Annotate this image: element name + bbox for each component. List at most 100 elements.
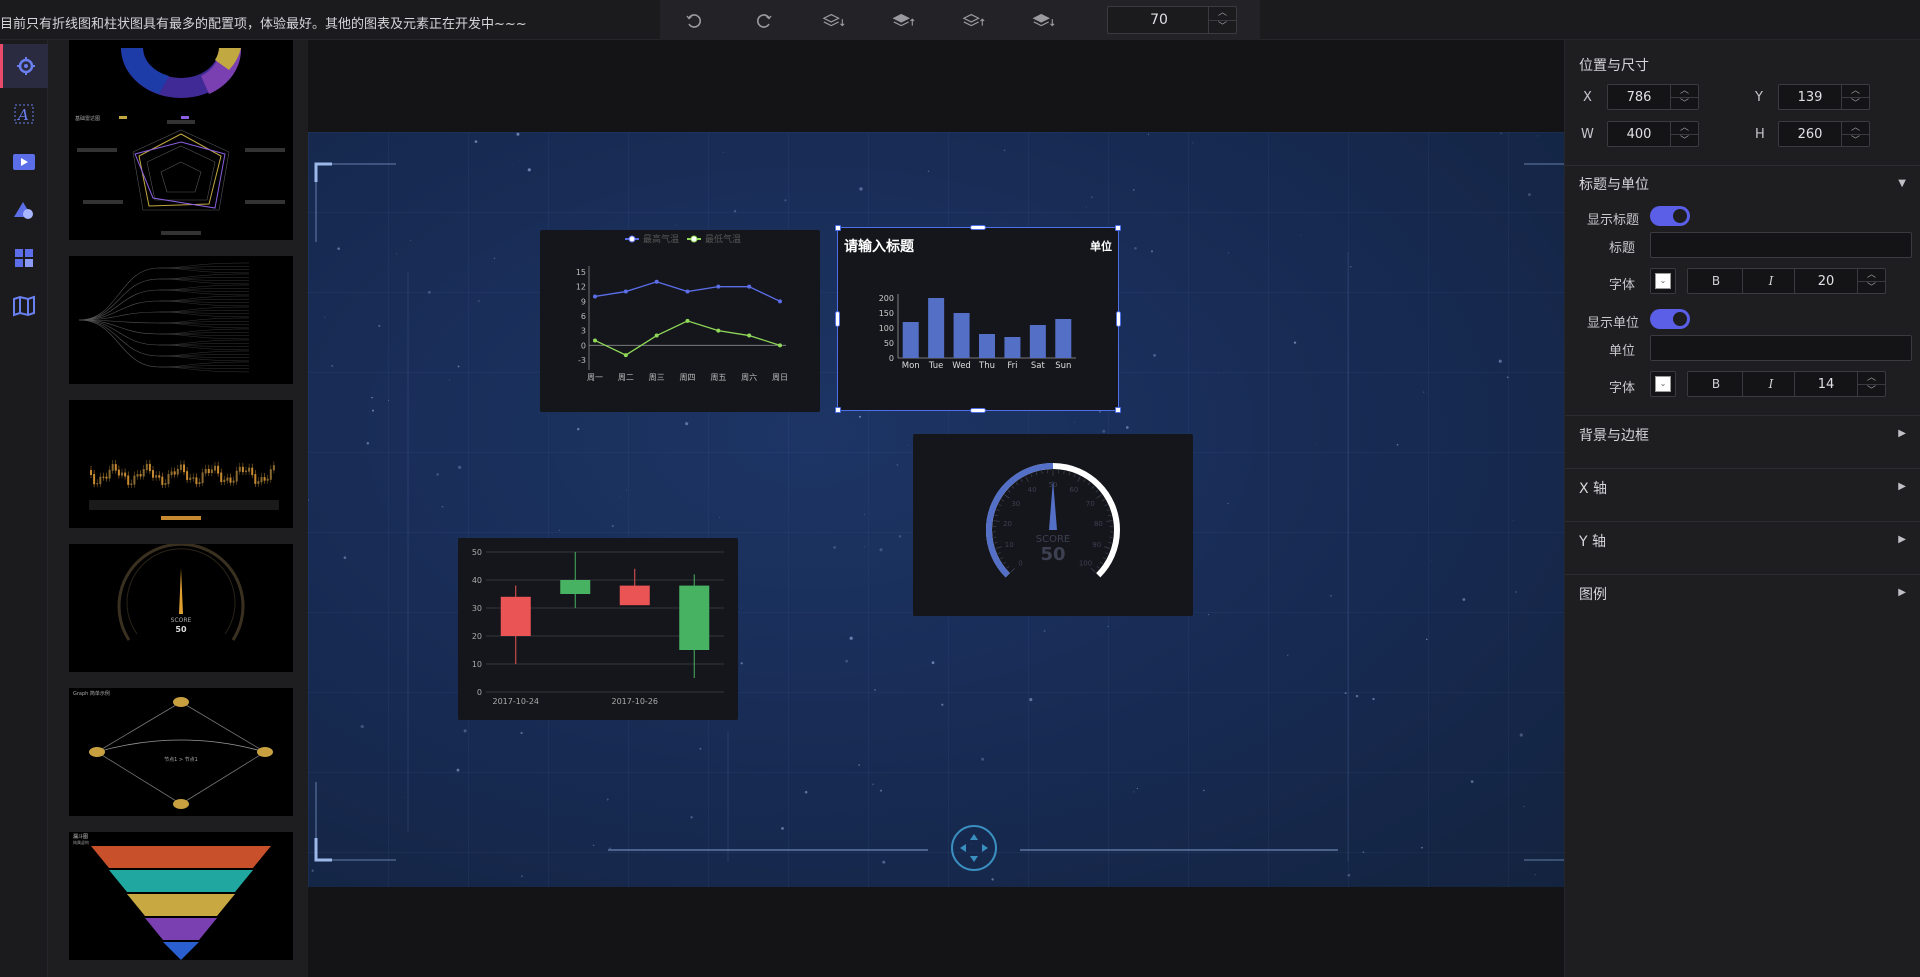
x-increase-icon[interactable]: ︿ [1671, 85, 1698, 97]
unit-font-size-stepper: ︿﹀ [1794, 371, 1886, 397]
resize-handle-bottom[interactable] [970, 408, 986, 413]
bar [953, 313, 970, 358]
x-axis-section[interactable]: X 轴 [1579, 478, 1607, 498]
component-icon[interactable] [0, 236, 48, 280]
series-point [593, 338, 597, 343]
title-font-size-input[interactable] [1795, 269, 1857, 293]
gauge-thumb-label: SCORE [171, 617, 192, 624]
layer-up-icon[interactable] [892, 10, 916, 32]
star-dot [1425, 638, 1428, 641]
zoom-increase-icon[interactable]: ︿ [1209, 7, 1236, 20]
tree-branch [78, 289, 160, 321]
radar-thumb[interactable]: 基础雷达图 [69, 112, 293, 240]
thumb-candle-body [210, 469, 213, 474]
w-decrease-icon[interactable]: ﹀ [1671, 134, 1698, 146]
thumb-candle-body [142, 469, 145, 477]
resize-handle-top[interactable] [970, 225, 986, 230]
x-tick-label: 2017-10-26 [612, 697, 659, 706]
resize-handle-tl[interactable] [835, 225, 841, 231]
show-unit-toggle[interactable] [1650, 309, 1690, 329]
star-dot [609, 847, 611, 849]
line-chart-widget[interactable]: 最高气温 最低气温 15 12 9 6 3 0 -3 周一 周二 周三 周四 周五 周六 周日 [540, 230, 820, 412]
funnel-thumb[interactable]: 漏斗图 纯属虚构 [69, 832, 293, 960]
tree-leaf [158, 311, 250, 314]
title-font-size-decrease-icon[interactable]: ﹀ [1858, 281, 1885, 293]
gauge-widget[interactable]: 0102030405060708090100SCORE50 [913, 434, 1193, 616]
unit-italic-button[interactable]: I [1742, 371, 1800, 397]
w-increase-icon[interactable]: ︿ [1671, 122, 1698, 134]
tree-thumb[interactable] [69, 256, 293, 384]
resize-handle-left[interactable] [835, 311, 840, 327]
gauge-thumb[interactable]: SCORE 50 [69, 544, 293, 672]
gauge-tick [1106, 509, 1110, 512]
graph-thumb[interactable]: Graph 简单示例 节点1 > 节点1 [69, 688, 293, 816]
layer-bottom-icon[interactable] [1032, 10, 1056, 32]
gauge-tick [1095, 490, 1099, 493]
star-dot [874, 689, 876, 691]
resize-handle-br[interactable] [1115, 407, 1121, 413]
star-dot [879, 548, 883, 552]
thumb-candle-body [192, 477, 195, 479]
thumb-candle-body [155, 475, 158, 478]
redo-icon[interactable] [752, 10, 776, 32]
h-input[interactable] [1779, 122, 1841, 146]
thumb-candle-body [189, 477, 192, 480]
star-dot [1150, 250, 1154, 253]
x-input[interactable] [1608, 85, 1670, 109]
tree-leaf [158, 300, 250, 303]
unit-input[interactable] [1651, 336, 1911, 360]
y-input[interactable] [1779, 85, 1841, 109]
show-title-toggle[interactable] [1650, 206, 1690, 226]
title-bold-button[interactable]: B [1687, 268, 1745, 294]
media-icon[interactable] [0, 140, 48, 184]
h-decrease-icon[interactable]: ﹀ [1842, 134, 1869, 146]
layer-top-icon[interactable] [962, 10, 986, 32]
zoom-decrease-icon[interactable]: ﹀ [1209, 20, 1236, 33]
title-font-size-increase-icon[interactable]: ︿ [1858, 269, 1885, 281]
candlestick-widget[interactable]: 50 40 30 20 10 0 2017-10-24 2017-10-26 [458, 538, 738, 720]
background-border-section[interactable]: 背景与边框 [1579, 425, 1649, 445]
unit-font-size-decrease-icon[interactable]: ﹀ [1858, 384, 1885, 396]
bar-chart-widget[interactable]: 请输入标题 单位 200 150 100 50 0 Mon Tue Wed Thu Fri Sat S… [835, 225, 1121, 413]
zoom-input[interactable] [1108, 7, 1210, 33]
x-tick-label: Sun [1055, 361, 1071, 371]
candlestick-thumb[interactable] [69, 400, 293, 528]
x-decrease-icon[interactable]: ﹀ [1671, 97, 1698, 109]
title-color-picker[interactable]: ⌄ [1650, 268, 1676, 294]
h-increase-icon[interactable]: ︿ [1842, 122, 1869, 134]
text-icon[interactable]: A [0, 92, 48, 136]
layer-down-icon[interactable] [822, 10, 846, 32]
title-input[interactable] [1651, 233, 1911, 257]
legend-section[interactable]: 图例 [1579, 584, 1607, 604]
star-dot [1099, 411, 1101, 413]
expand-right-icon[interactable]: ▶ [1898, 481, 1906, 492]
w-input[interactable] [1608, 122, 1670, 146]
title-unit-section[interactable]: 标题与单位 [1579, 174, 1649, 194]
x-tick-label: 周一 [587, 373, 603, 382]
dashboard-canvas[interactable]: 最高气温 最低气温 15 12 9 6 3 0 -3 周一 周二 周三 周四 周五 周六 周日 请输入标题 单… [308, 132, 1564, 887]
resize-handle-bl[interactable] [835, 407, 841, 413]
expand-right-icon[interactable]: ▶ [1898, 587, 1906, 598]
resize-handle-right[interactable] [1116, 311, 1121, 327]
title-italic-button[interactable]: I [1742, 268, 1800, 294]
undo-icon[interactable] [682, 10, 706, 32]
chart-icon[interactable] [0, 44, 48, 88]
unit-bold-button[interactable]: B [1687, 371, 1745, 397]
h-label: H [1755, 127, 1765, 142]
unit-color-picker[interactable]: ⌄ [1650, 371, 1676, 397]
shape-icon[interactable] [0, 188, 48, 232]
expand-right-icon[interactable]: ▶ [1898, 534, 1906, 545]
resize-handle-tr[interactable] [1115, 225, 1121, 231]
collapse-down-icon[interactable]: ▼ [1898, 178, 1906, 189]
map-icon[interactable] [0, 284, 48, 328]
star-dot [1519, 733, 1523, 737]
y-axis-section[interactable]: Y 轴 [1579, 531, 1606, 551]
y-increase-icon[interactable]: ︿ [1842, 85, 1869, 97]
expand-right-icon[interactable]: ▶ [1898, 428, 1906, 439]
candle-body [619, 585, 650, 606]
unit-font-size-input[interactable] [1795, 372, 1857, 396]
unit-font-size-increase-icon[interactable]: ︿ [1858, 372, 1885, 384]
y-decrease-icon[interactable]: ﹀ [1842, 97, 1869, 109]
thumb-candle-body [269, 469, 272, 480]
star-dot [457, 365, 460, 368]
